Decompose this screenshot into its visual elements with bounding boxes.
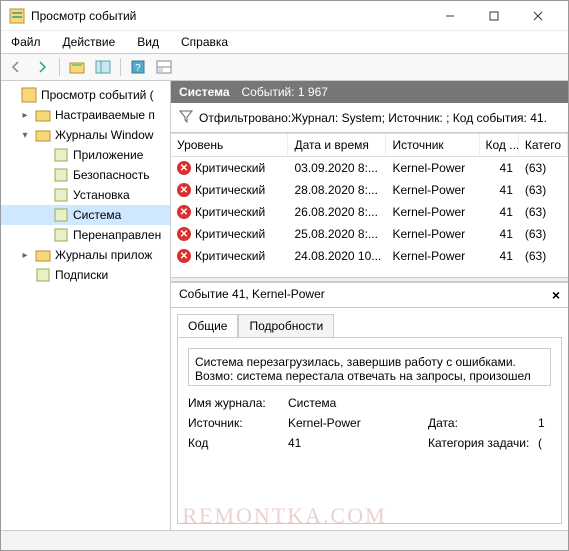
panel-icon[interactable] <box>92 56 114 78</box>
statusbar <box>1 530 568 550</box>
cell-id: 41 <box>480 181 519 199</box>
error-icon: ✕ <box>177 183 191 197</box>
cell-category: (63) <box>519 247 568 265</box>
minimize-button[interactable] <box>428 2 472 30</box>
menu-action[interactable]: Действие <box>59 33 120 51</box>
cell-level: Критический <box>195 249 265 263</box>
detail-pane: Событие 41, Kernel-Power × Общие Подробн… <box>171 282 568 530</box>
error-icon: ✕ <box>177 161 191 175</box>
cell-id: 41 <box>480 247 519 265</box>
prop-cat-value: ( <box>538 436 562 450</box>
col-datetime[interactable]: Дата и время <box>288 134 386 156</box>
table-row[interactable]: ✕ Критический 24.08.2020 10...Kernel-Power… <box>171 245 568 267</box>
grid-header[interactable]: Уровень Дата и время Источник Код ... Ка… <box>171 133 568 157</box>
detail-close-icon[interactable]: × <box>552 287 560 303</box>
help-icon[interactable]: ? <box>127 56 149 78</box>
cell-level: Критический <box>195 205 265 219</box>
svg-text:?: ? <box>135 63 141 74</box>
titlebar: Просмотр событий <box>1 1 568 31</box>
cell-id: 41 <box>480 159 519 177</box>
cell-id: 41 <box>480 203 519 221</box>
col-id[interactable]: Код ... <box>480 134 519 156</box>
cell-level: Критический <box>195 183 265 197</box>
cell-source: Kernel-Power <box>386 159 479 177</box>
window-title: Просмотр событий <box>31 9 428 23</box>
toolbar: ? <box>1 53 568 81</box>
tree-custom-views[interactable]: ▸Настраиваемые п <box>1 105 170 125</box>
cell-source: Kernel-Power <box>386 203 479 221</box>
detail-title: Событие 41, Kernel-Power <box>179 287 325 303</box>
prop-date-value: 1 <box>538 416 562 430</box>
cell-category: (63) <box>519 159 568 177</box>
tree-panel: Просмотр событий ( ▸Настраиваемые п ▾Жур… <box>1 81 171 530</box>
menubar: Файл Действие Вид Справка <box>1 31 568 53</box>
cell-datetime: 25.08.2020 8:... <box>289 225 387 243</box>
col-category[interactable]: Катего <box>519 134 568 156</box>
menu-view[interactable]: Вид <box>133 33 163 51</box>
content-header: Система Событий: 1 967 <box>171 81 568 103</box>
filter-bar: Отфильтровано:Журнал: System; Источник: … <box>171 103 568 133</box>
filter-text: Отфильтровано:Журнал: System; Источник: … <box>199 111 547 125</box>
prop-logname-value: Система <box>288 396 428 410</box>
back-button[interactable] <box>5 56 27 78</box>
log-title: Система <box>179 85 230 99</box>
event-description: Система перезагрузилась, завершив работу… <box>188 348 551 386</box>
cell-id: 41 <box>480 225 519 243</box>
cell-datetime: 26.08.2020 8:... <box>289 203 387 221</box>
tree-windows-logs[interactable]: ▾Журналы Window <box>1 125 170 145</box>
cell-datetime: 03.09.2020 8:... <box>289 159 387 177</box>
tree-application[interactable]: Приложение <box>1 145 170 165</box>
cell-datetime: 24.08.2020 10... <box>289 247 387 265</box>
error-icon: ✕ <box>177 205 191 219</box>
event-grid: Уровень Дата и время Источник Код ... Ка… <box>171 133 568 277</box>
cell-source: Kernel-Power <box>386 181 479 199</box>
forward-button[interactable] <box>31 56 53 78</box>
prop-code-label: Код <box>188 436 288 450</box>
prop-source-value: Kernel-Power <box>288 416 428 430</box>
maximize-button[interactable] <box>472 2 516 30</box>
table-row[interactable]: ✕ Критический 28.08.2020 8:...Kernel-Power… <box>171 179 568 201</box>
menu-help[interactable]: Справка <box>177 33 232 51</box>
cell-source: Kernel-Power <box>386 225 479 243</box>
cell-level: Критический <box>195 227 265 241</box>
tree-forwarded[interactable]: Перенаправлен <box>1 225 170 245</box>
tree-app-logs[interactable]: ▸Журналы прилож <box>1 245 170 265</box>
cell-category: (63) <box>519 225 568 243</box>
event-count: Событий: 1 967 <box>242 85 328 99</box>
folder-icon[interactable] <box>66 56 88 78</box>
prop-date-label: Дата: <box>428 416 538 430</box>
table-row[interactable]: ✕ Критический 26.08.2020 8:...Kernel-Power… <box>171 201 568 223</box>
table-row[interactable]: ✕ Критический 25.08.2020 8:...Kernel-Power… <box>171 223 568 245</box>
cell-category: (63) <box>519 203 568 221</box>
col-source[interactable]: Источник <box>386 134 479 156</box>
prop-source-label: Источник: <box>188 416 288 430</box>
tree-subscriptions[interactable]: Подписки <box>1 265 170 285</box>
cell-level: Критический <box>195 161 265 175</box>
prop-code-value: 41 <box>288 436 428 450</box>
tree-security[interactable]: Безопасность <box>1 165 170 185</box>
cell-datetime: 28.08.2020 8:... <box>289 181 387 199</box>
grid-body[interactable]: ✕Критический03.09.2020 8:...Kernel-Power… <box>171 157 568 277</box>
menu-file[interactable]: Файл <box>7 33 45 51</box>
cell-source: Kernel-Power <box>386 247 479 265</box>
prop-logname-label: Имя журнала: <box>188 396 288 410</box>
tree-root[interactable]: Просмотр событий ( <box>1 85 170 105</box>
tab-general[interactable]: Общие <box>177 314 238 337</box>
close-button[interactable] <box>516 2 560 30</box>
prop-cat-label: Категория задачи: <box>428 436 538 450</box>
cell-category: (63) <box>519 181 568 199</box>
error-icon: ✕ <box>177 227 191 241</box>
tab-details[interactable]: Подробности <box>238 314 334 337</box>
app-icon <box>9 8 25 24</box>
table-row[interactable]: ✕ Критический 03.09.2020 8:...Kernel-Power… <box>171 157 568 179</box>
panel2-icon[interactable] <box>153 56 175 78</box>
tree-system[interactable]: Система <box>1 205 170 225</box>
tree-setup[interactable]: Установка <box>1 185 170 205</box>
col-level[interactable]: Уровень <box>171 134 288 156</box>
filter-icon <box>179 109 193 126</box>
error-icon: ✕ <box>177 249 191 263</box>
